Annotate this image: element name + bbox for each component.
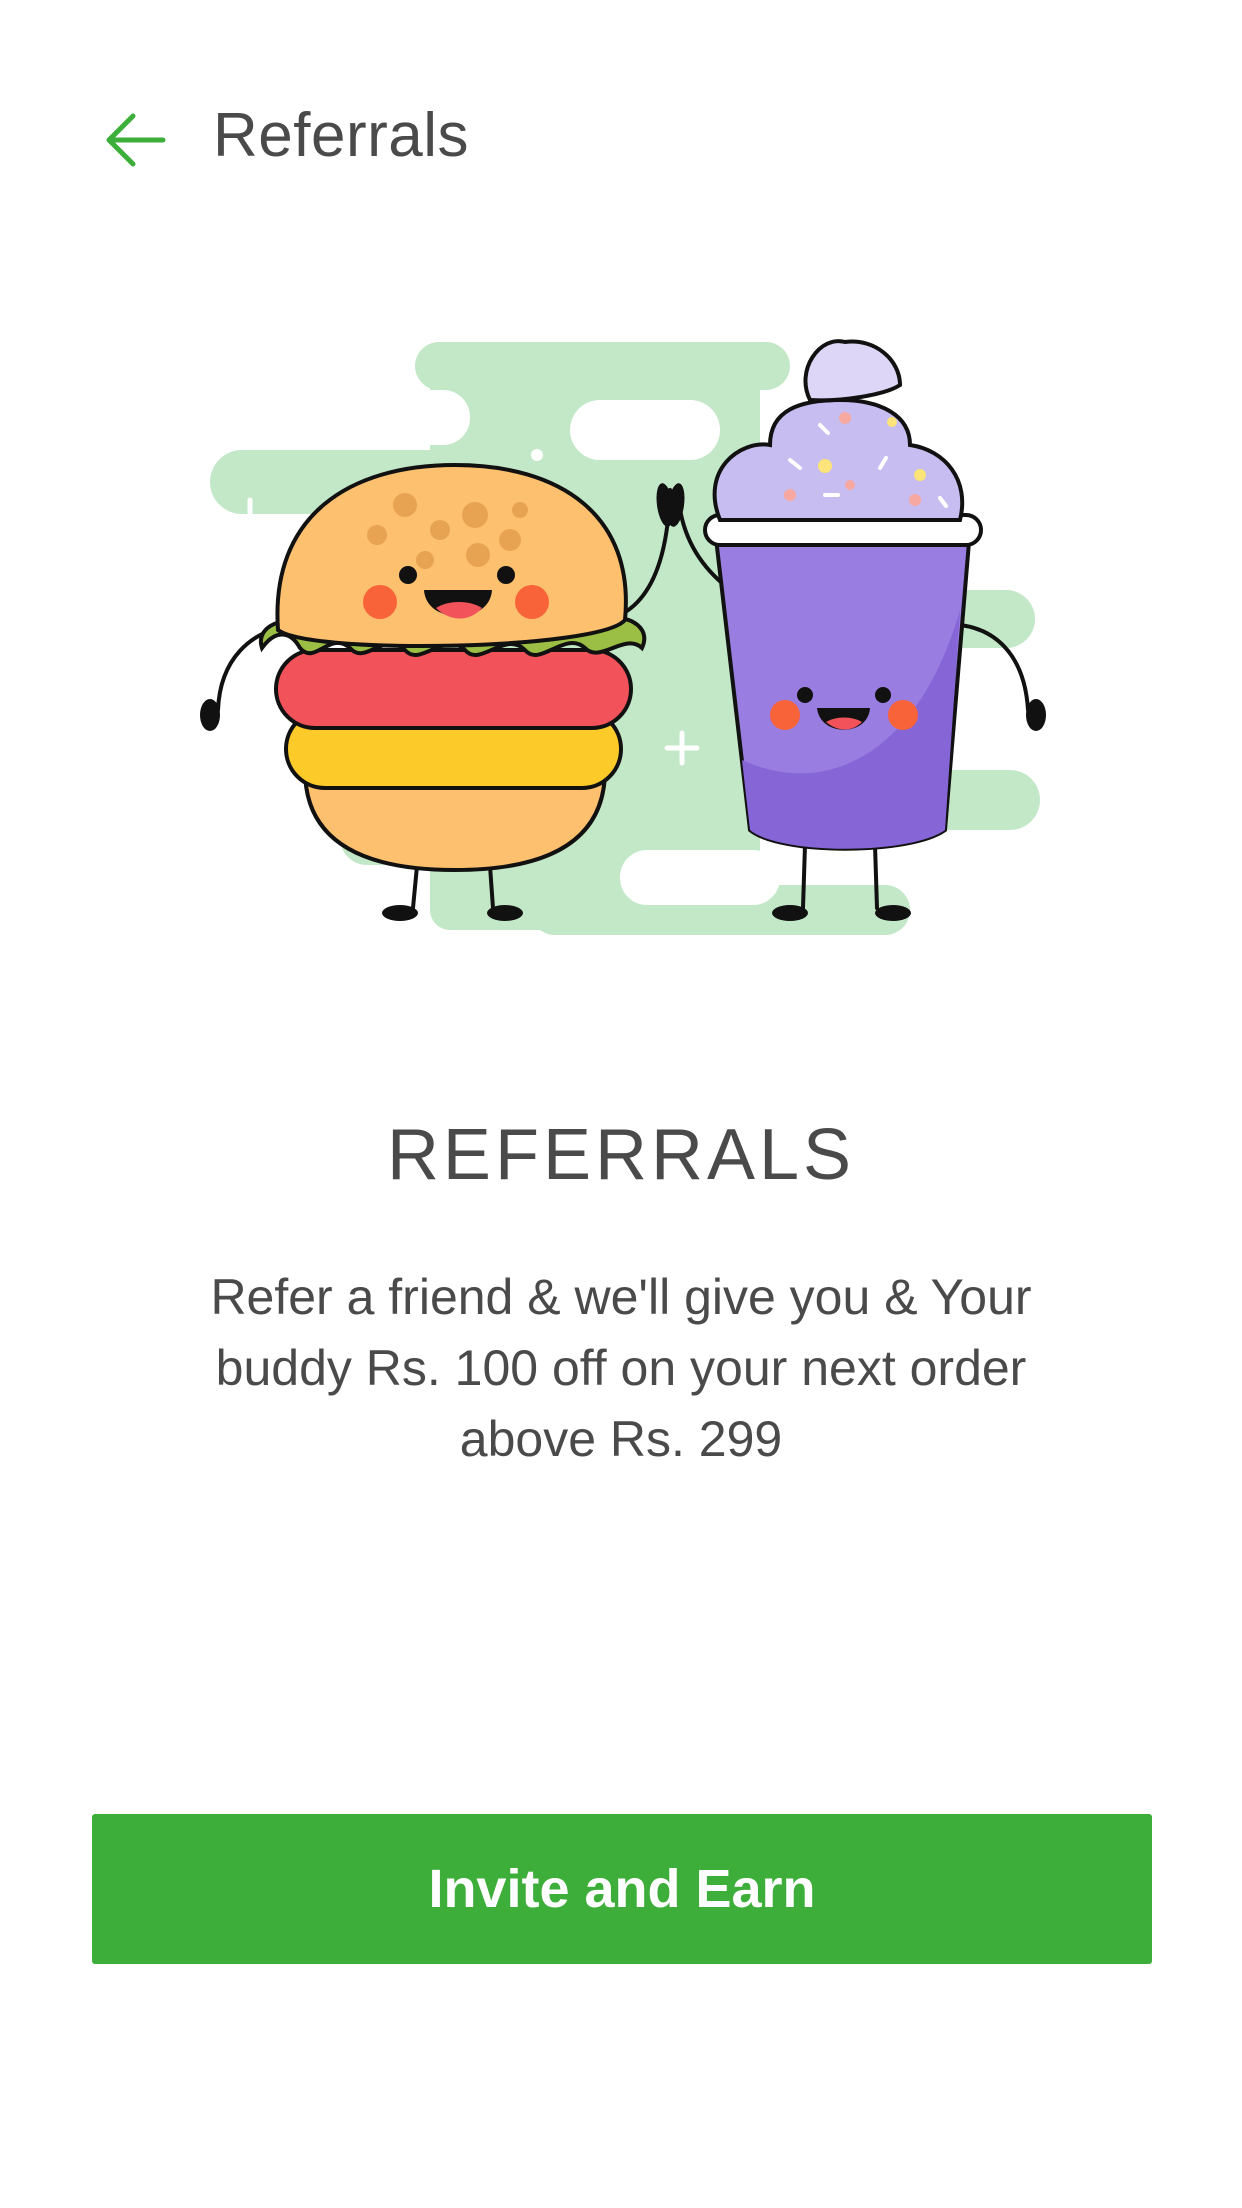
app-header: Referrals <box>0 0 1242 270</box>
arrow-left-icon <box>106 113 166 167</box>
referral-illustration <box>180 330 1060 950</box>
section-title: REFERRALS <box>386 1115 856 1195</box>
referral-description: Refer a friend & we'll give you & Your b… <box>210 1269 1032 1467</box>
page-title: Referrals <box>213 101 470 170</box>
back-button[interactable] <box>90 100 180 180</box>
invite-and-earn-button[interactable]: Invite and Earn <box>92 1814 1152 1964</box>
